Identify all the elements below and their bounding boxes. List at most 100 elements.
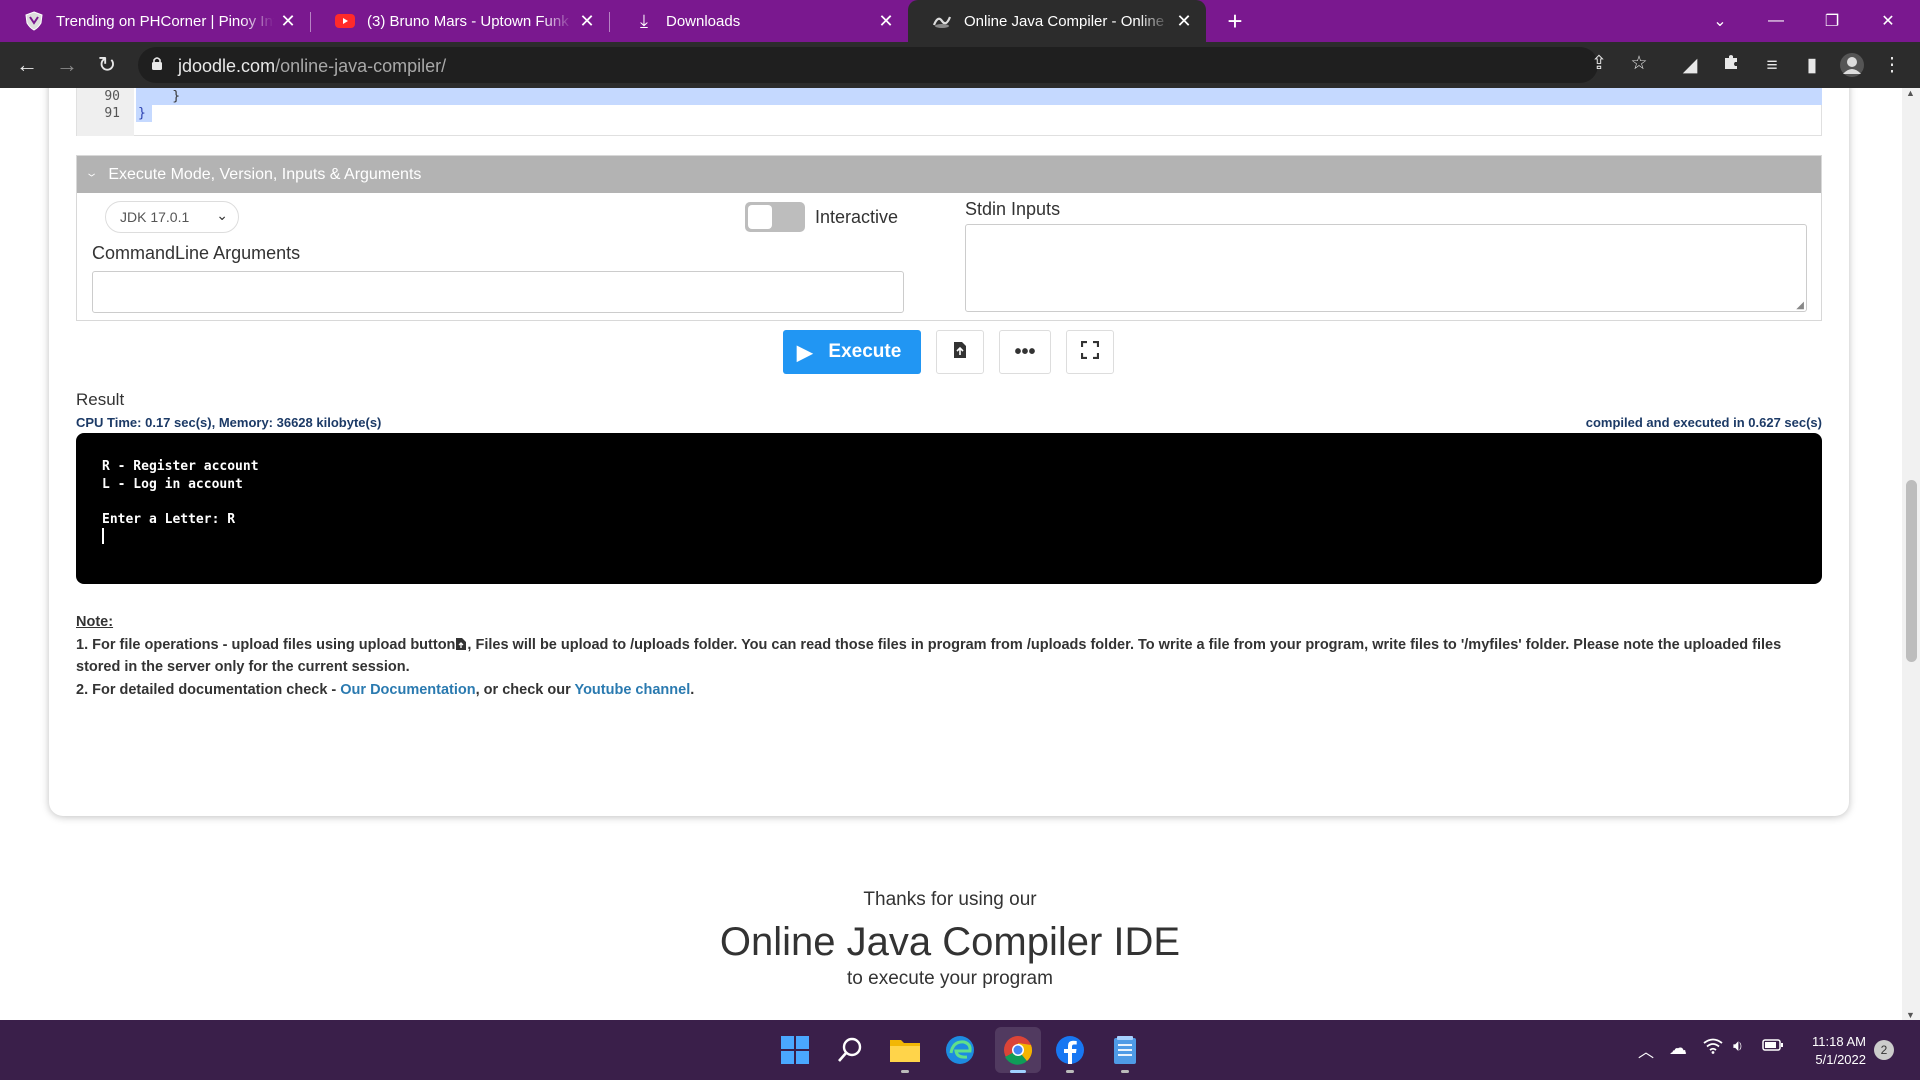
execute-panel-title: Execute Mode, Version, Inputs & Argument… [108, 165, 422, 183]
download-icon: ⤓ [640, 10, 648, 31]
output-line: Enter a Letter: R [102, 511, 236, 527]
jdoodle-icon [932, 11, 952, 31]
code-line[interactable]: } [136, 105, 152, 122]
code-editor[interactable]: 90 91 } } [76, 88, 1822, 136]
running-indicator [901, 1070, 909, 1073]
scroll-down-icon[interactable]: ▼ [1906, 1010, 1915, 1020]
clock-time: 11:18 AM [1812, 1034, 1866, 1049]
compile-time-stats: compiled and executed in 0.627 sec(s) [1585, 415, 1822, 430]
youtube-icon [335, 11, 355, 31]
file-upload-icon [953, 341, 967, 364]
search-icon[interactable] [830, 1030, 870, 1070]
cmdline-input[interactable] [92, 271, 904, 313]
tab-downloads[interactable]: ⤓ Downloads ✕ [610, 0, 908, 42]
note-section: Note: 1. For file operations - upload fi… [76, 611, 1816, 701]
tab-jdoodle[interactable]: Online Java Compiler - Online Java IDE ✕ [908, 0, 1206, 42]
chrome-icon[interactable] [995, 1027, 1041, 1073]
page-scrollbar[interactable]: ▲ ▼ [1902, 88, 1920, 1020]
forward-icon[interactable]: → [52, 50, 82, 80]
profile-avatar[interactable] [1838, 52, 1866, 80]
side-panel-icon[interactable]: ▮ [1798, 52, 1826, 80]
file-upload-icon [455, 636, 467, 650]
tab-youtube[interactable]: (3) Bruno Mars - Uptown Funk Dance ✕ [311, 0, 609, 42]
chevron-down-icon: › [83, 172, 101, 177]
tab-title: (3) Bruno Mars - Uptown Funk Dance [367, 12, 573, 30]
note-text: . [690, 681, 695, 698]
close-icon[interactable]: ✕ [573, 11, 601, 32]
cpu-memory-stats: CPU Time: 0.17 sec(s), Memory: 36628 kil… [76, 415, 382, 430]
tab-search-icon[interactable]: ⌄ [1692, 0, 1748, 42]
fullscreen-button[interactable] [1066, 330, 1114, 374]
web-page: 90 91 } } › Execute Mode, Version, Input… [0, 88, 1920, 1020]
output-line: R - Register account [102, 459, 259, 474]
speaker-icon[interactable]: 🔉︎ [1733, 1038, 1743, 1056]
back-icon[interactable]: ← [12, 50, 42, 80]
line-number: 90 [104, 89, 120, 104]
system-clock[interactable]: 11:18 AM 5/1/2022 [1806, 1033, 1866, 1069]
running-indicator [1010, 1070, 1026, 1073]
footer-thanks: Thanks for using our [863, 889, 1037, 910]
scroll-up-icon[interactable]: ▲ [1906, 88, 1915, 98]
upload-file-button[interactable] [936, 330, 984, 374]
code-line[interactable]: } [136, 88, 1822, 105]
tab-title: Trending on PHCorner | Pinoy Internet [56, 12, 274, 30]
share-icon[interactable]: ⇪ [1585, 50, 1613, 78]
cmdline-label: CommandLine Arguments [92, 243, 301, 263]
execute-button[interactable]: ▶ Execute [783, 330, 921, 374]
extensions-puzzle-icon[interactable] [1717, 52, 1745, 80]
close-window-button[interactable]: ✕ [1860, 0, 1916, 42]
note-text: , or check our [475, 681, 575, 698]
more-options-button[interactable]: ••• [999, 330, 1051, 374]
execute-panel: › Execute Mode, Version, Inputs & Argume… [76, 155, 1822, 321]
wifi-icon[interactable] [1703, 1038, 1723, 1059]
edge-icon[interactable] [940, 1030, 980, 1070]
output-console[interactable]: R - Register account L - Log in account … [76, 433, 1822, 584]
interactive-label: Interactive [815, 207, 899, 227]
tab-phcorner[interactable]: Trending on PHCorner | Pinoy Internet ✕ [0, 0, 310, 42]
more-dots-icon: ••• [1014, 340, 1036, 363]
lock-icon[interactable] [151, 56, 163, 74]
execute-panel-header[interactable]: › Execute Mode, Version, Inputs & Argume… [77, 156, 1821, 193]
address-bar[interactable]: jdoodle.com/online-java-compiler/ ⇪ ☆ [138, 47, 1648, 83]
note-line-2: 2. For detailed documentation check - Ou… [76, 679, 1816, 702]
taskbar: ︿ ☁ 🔉︎ 11:18 AM 5/1/2022 2 [0, 1020, 1920, 1080]
footer-subtitle: to execute your program [847, 968, 1053, 989]
battery-icon[interactable] [1762, 1038, 1784, 1057]
youtube-channel-link[interactable]: Youtube channel [574, 682, 690, 698]
play-icon: ▶ [797, 341, 813, 364]
fullscreen-icon [1080, 340, 1100, 364]
bookmark-star-icon[interactable]: ☆ [1625, 50, 1653, 78]
notepad-icon[interactable] [1105, 1030, 1145, 1073]
note-line-1: 1. For file operations - upload files us… [76, 634, 1816, 679]
scrollbar-thumb[interactable] [1906, 480, 1917, 662]
stdin-textarea[interactable]: ◢ [965, 224, 1807, 312]
chevron-up-icon[interactable]: ︿ [1638, 1038, 1654, 1062]
note-title: Note: [76, 614, 114, 630]
file-explorer-icon[interactable] [885, 1030, 925, 1073]
documentation-link[interactable]: Our Documentation [340, 682, 475, 698]
jdk-version-select[interactable]: JDK 17.0.1 ⌄ [105, 201, 239, 233]
facebook-icon[interactable] [1050, 1030, 1090, 1073]
start-icon[interactable] [775, 1030, 815, 1070]
media-control-icon[interactable]: ≡ [1758, 52, 1786, 80]
new-tab-button[interactable]: + [1220, 6, 1250, 36]
close-icon[interactable]: ✕ [872, 11, 900, 32]
restore-button[interactable]: ❐ [1804, 0, 1860, 42]
menu-kebab-icon[interactable]: ⋮ [1878, 52, 1906, 80]
resize-handle-icon[interactable]: ◢ [1796, 300, 1804, 311]
close-icon[interactable]: ✕ [1170, 11, 1198, 32]
tab-strip: Trending on PHCorner | Pinoy Internet ✕ … [0, 0, 1920, 42]
tab-title: Downloads [666, 12, 741, 30]
execute-label: Execute [828, 341, 902, 362]
close-icon[interactable]: ✕ [274, 11, 302, 32]
chevron-down-icon: ⌄ [216, 207, 228, 223]
notification-badge[interactable]: 2 [1874, 1040, 1894, 1060]
onedrive-cloud-icon[interactable]: ☁ [1669, 1038, 1687, 1059]
minimize-button[interactable]: — [1748, 0, 1804, 42]
note-text: 2. For detailed documentation check - [76, 681, 341, 698]
interactive-toggle[interactable] [745, 202, 805, 232]
extension-app-icon[interactable]: ◢ [1676, 52, 1704, 80]
reload-icon[interactable]: ↻ [92, 50, 122, 80]
line-gutter: 90 91 [77, 88, 134, 136]
